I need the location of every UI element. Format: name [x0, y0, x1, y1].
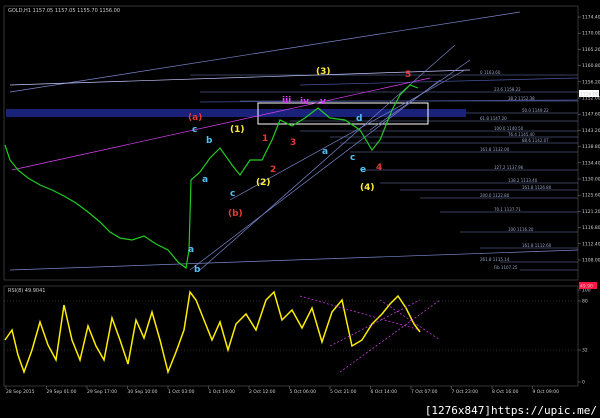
time-axis-label: 8 Oct 16:00 [492, 389, 519, 395]
rsi-line [4, 290, 421, 375]
rsi-axis-label: 80 [582, 299, 588, 305]
price-axis-label: 1134.40 [582, 160, 600, 166]
wave-label: 3 [290, 138, 296, 148]
wave-label: 1 [262, 134, 268, 144]
fib-level-label: 76.4 1145.40 [508, 132, 535, 137]
wave-label: (a) [188, 113, 202, 123]
wave-label: 5 [405, 70, 411, 80]
time-axis-label: 7 Oct 23:00 [452, 389, 479, 395]
wave-label: a [188, 245, 194, 255]
fib-level-label: 200.0 1122.80 [480, 193, 510, 198]
rsi-panel-frame [3, 285, 579, 387]
wave-label: iii [282, 96, 291, 106]
wave-label: d [356, 114, 362, 124]
wave-label: (4) [360, 183, 375, 193]
fib-level-label: 100.0 1140.50 [494, 126, 524, 131]
price-axis-label: 1156.20 [582, 79, 600, 85]
trend-line [199, 44, 456, 271]
price-axis-label: 1108.00 [582, 258, 600, 264]
trend-line [9, 11, 521, 93]
price-axis-label: 1116.80 [582, 225, 600, 231]
wave-label: c [230, 189, 235, 199]
fib-level-label: 161.8 1132.00 [480, 147, 510, 152]
current-price-label: 1156.00 [580, 92, 599, 98]
wave-label: 4 [376, 163, 382, 173]
rsi-axis-label: 0 [582, 380, 585, 386]
wave-label: iv [300, 97, 309, 107]
fib-level-label: 23.6 1158.22 [494, 87, 521, 92]
price-axis-label: 1147.60 [582, 112, 600, 118]
trend-line [299, 77, 579, 86]
fib-level-label: 0 1163.60 [480, 70, 501, 75]
wave-label: c [350, 153, 355, 163]
fib-level-label: 127.2 1137.96 [494, 165, 524, 170]
price-axis-label: 1125.60 [582, 193, 600, 199]
price-axis-label: 1170.00 [582, 31, 600, 37]
fib-level-label: 88.6 1142.07 [522, 138, 549, 143]
wave-label: 2 [270, 165, 276, 175]
wave-label: a [202, 175, 208, 185]
wave-label: e [360, 165, 366, 175]
price-panel-title: GOLD,H1 1157.05 1157.05 1155.70 1156.00 [8, 8, 120, 14]
time-axis-label: 9 Oct 09:00 [533, 389, 560, 395]
price-axis-label: 1143.20 [582, 128, 600, 134]
wave-label: c [192, 125, 197, 135]
fib-level-label: 261.8 1115.14 [480, 257, 510, 262]
time-axis-label: 29 Sep 01:00 [47, 389, 77, 395]
price-axis-label: 1130.00 [582, 177, 600, 183]
wave-label: b [194, 265, 201, 275]
time-axis-label: 5 Oct 21:00 [330, 389, 357, 395]
time-axis-label: 7 Oct 07:00 [411, 389, 438, 395]
fib-level-label: Fib 1107.25 [494, 265, 518, 270]
chart-window: GOLD,H1 1157.05 1157.05 1155.70 1156.00 R… [0, 0, 600, 418]
fib-level-label: 100 1116.20 [508, 227, 534, 232]
time-axis-label: 30 Sep 10:00 [128, 389, 158, 395]
wave-label: a [322, 147, 328, 157]
time-axis-label: 29 Sep 17:00 [87, 389, 117, 395]
rsi-panel-title: RSI(8) 49.9041 [8, 288, 45, 294]
wave-label: (1) [230, 125, 245, 135]
time-axis-label: 1 Oct 03:00 [168, 389, 195, 395]
fib-level-label: 161.8 1112.60 [522, 243, 552, 248]
trend-line [369, 59, 471, 131]
fib-level-label: 50.0 1149.22 [522, 108, 549, 113]
wave-label: (3) [316, 67, 331, 77]
price-axis-label: 1174.40 [582, 15, 600, 21]
wave-label: (2) [256, 178, 271, 188]
fib-level-label: 138.2 1133.40 [508, 178, 538, 183]
price-axis-label: 1121.20 [582, 209, 600, 215]
price-axis-label: 1165.20 [582, 47, 600, 53]
time-axis-label: 5 Oct 06:00 [290, 389, 317, 395]
price-axis-label: 1138.80 [582, 144, 600, 150]
trend-line [189, 79, 441, 271]
fib-level-label: 70.1 1137.71 [494, 207, 521, 212]
price-axis-label: 1160.80 [582, 63, 600, 69]
time-axis-label: 1 Oct 19:00 [209, 389, 236, 395]
price-axis-label: 1112.40 [582, 241, 600, 247]
fib-level-label: 61.8 1147.20 [480, 116, 507, 121]
wave-label: v [320, 97, 326, 107]
rsi-value-label: 49.90 [580, 284, 593, 290]
rsi-trend-line [339, 299, 441, 373]
time-axis-label: 28 Sep 2015 [6, 389, 35, 395]
time-axis-label: 6 Oct 14:00 [371, 389, 398, 395]
fib-level-label: 161.8 1126.80 [522, 185, 552, 190]
wave-label: (b) [228, 209, 243, 219]
wave-label: b [206, 136, 213, 146]
watermark-text: [1276x847]https://upic.me/ [421, 404, 600, 418]
rsi-axis-label: 32 [582, 348, 588, 354]
time-axis-label: 2 Oct 12:00 [249, 389, 276, 395]
chart-canvas[interactable]: GOLD,H1 1157.05 1157.05 1155.70 1156.00 R… [0, 0, 600, 418]
